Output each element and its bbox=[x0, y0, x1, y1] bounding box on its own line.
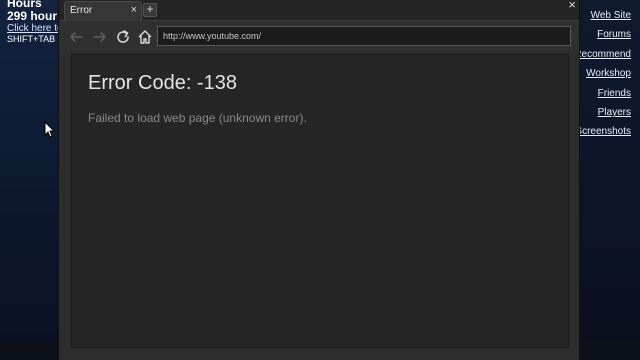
home-icon[interactable] bbox=[136, 28, 154, 46]
overlay-link[interactable]: Click here to bbox=[7, 23, 59, 34]
forward-icon[interactable] bbox=[91, 28, 109, 46]
overlay-shortcut-hint: SHIFT+TAB bbox=[7, 34, 56, 44]
web-page-content: Error Code: -138 Failed to load web page… bbox=[71, 54, 569, 348]
overlay-status: Hours 299 hour Click here to SHIFT+TAB bbox=[7, 0, 59, 44]
hours-played: 299 hour bbox=[7, 9, 58, 23]
web-browser-window: Error × + × Error bbox=[58, 0, 580, 360]
error-message: Failed to load web page (unknown error). bbox=[88, 111, 307, 125]
tab-bar: Error × + × bbox=[59, 0, 579, 20]
new-tab-button[interactable]: + bbox=[143, 3, 157, 17]
overlay-background-left bbox=[0, 0, 58, 360]
error-title: Error Code: -138 bbox=[88, 72, 237, 94]
back-icon[interactable] bbox=[67, 28, 85, 46]
url-input[interactable] bbox=[157, 26, 571, 46]
overlay-status-line: Hours bbox=[7, 0, 42, 10]
tab-title: Error bbox=[70, 5, 93, 16]
tab-error[interactable]: Error × bbox=[64, 1, 142, 20]
window-close-icon[interactable]: × bbox=[568, 0, 576, 12]
reload-icon[interactable] bbox=[114, 28, 132, 46]
browser-toolbar bbox=[59, 20, 579, 52]
tab-close-icon[interactable]: × bbox=[131, 4, 137, 16]
mouse-cursor-icon bbox=[44, 120, 56, 143]
